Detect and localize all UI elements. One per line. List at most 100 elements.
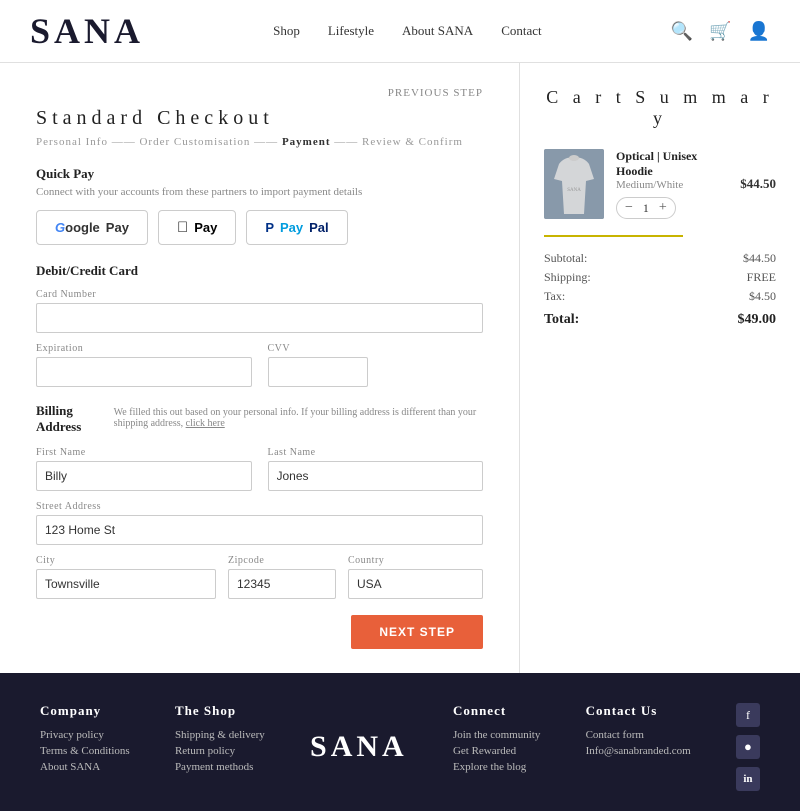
search-icon[interactable]: 🔍 [671, 21, 693, 42]
country-group: Country [348, 555, 483, 599]
footer-privacy[interactable]: Privacy policy [40, 729, 130, 741]
footer-terms[interactable]: Terms & Conditions [40, 745, 130, 757]
hoodie-image-svg: SANA [544, 149, 604, 219]
city-label: City [36, 555, 216, 566]
instagram-icon[interactable]: ● [736, 735, 760, 759]
subtotal-line: Subtotal: $44.50 [544, 251, 776, 266]
first-name-group: First Name [36, 447, 252, 491]
cart-item: SANA Optical | Unisex Hoodie Medium/Whit… [544, 149, 776, 219]
footer-contact: Contact Us Contact form Info@sanabranded… [586, 703, 691, 761]
card-number-input[interactable] [36, 303, 483, 333]
billing-note: We filled this out based on your persona… [114, 407, 483, 429]
checkout-title: Standard Checkout [36, 107, 483, 130]
debit-credit-section: Debit/Credit Card Card Number Expiration… [36, 263, 483, 387]
footer-rewarded[interactable]: Get Rewarded [453, 745, 540, 757]
footer-shop-title: The Shop [175, 703, 265, 719]
apple-pay-button[interactable]:  Pay [158, 210, 236, 245]
footer-contact-form[interactable]: Contact form [586, 729, 691, 741]
footer-return[interactable]: Return policy [175, 745, 265, 757]
expiration-group: Expiration [36, 343, 252, 387]
quick-pay-title: Quick Pay [36, 166, 483, 182]
nav-about[interactable]: About SANA [402, 23, 473, 39]
site-logo[interactable]: SANA [30, 10, 144, 52]
paypal-logo: P [265, 220, 274, 235]
checkout-steps: Personal Info —— Order Customisation —— … [36, 136, 483, 148]
nav-lifestyle[interactable]: Lifestyle [328, 23, 374, 39]
street-input[interactable] [36, 515, 483, 545]
expiration-label: Expiration [36, 343, 252, 354]
footer-company: Company Privacy policy Terms & Condition… [40, 703, 130, 777]
subtotal-label: Subtotal: [544, 251, 587, 266]
quantity-increase[interactable]: + [659, 200, 667, 216]
footer-logo[interactable]: SANA [310, 730, 408, 764]
first-name-label: First Name [36, 447, 252, 458]
street-label: Street Address [36, 501, 483, 512]
billing-section: Billing Address We filled this out based… [36, 403, 483, 649]
linkedin-icon[interactable]: in [736, 767, 760, 791]
cvv-group: CVV [268, 343, 484, 387]
facebook-icon[interactable]: f [736, 703, 760, 727]
cart-icon[interactable]: 🛒 [709, 21, 731, 42]
footer-company-title: Company [40, 703, 130, 719]
city-input[interactable] [36, 569, 216, 599]
city-group: City [36, 555, 216, 599]
cart-item-image: SANA [544, 149, 604, 219]
quantity-value: 1 [643, 201, 649, 216]
city-row: City Zipcode Country [36, 555, 483, 599]
card-number-label: Card Number [36, 289, 483, 300]
tax-line: Tax: $4.50 [544, 289, 776, 304]
header: SANA Shop Lifestyle About SANA Contact 🔍… [0, 0, 800, 63]
previous-step-link[interactable]: PREVIOUS STEP [36, 87, 483, 99]
svg-text:SANA: SANA [567, 188, 581, 193]
billing-title: Billing Address [36, 403, 102, 435]
subtotal-value: $44.50 [743, 251, 776, 266]
quick-pay-subtitle: Connect with your accounts from these pa… [36, 186, 483, 198]
main-content: PREVIOUS STEP Standard Checkout Personal… [0, 63, 800, 673]
footer-shop: The Shop Shipping & delivery Return poli… [175, 703, 265, 777]
footer-email[interactable]: Info@sanabranded.com [586, 745, 691, 757]
apple-icon:  [177, 219, 188, 236]
user-icon[interactable]: 👤 [748, 21, 770, 42]
quantity-control: − 1 + [616, 197, 676, 219]
last-name-input[interactable] [268, 461, 484, 491]
total-value: $49.00 [738, 312, 777, 328]
last-name-label: Last Name [268, 447, 484, 458]
first-name-input[interactable] [36, 461, 252, 491]
zip-group: Zipcode [228, 555, 336, 599]
debit-credit-title: Debit/Credit Card [36, 263, 483, 279]
nav-shop[interactable]: Shop [273, 23, 300, 39]
next-step-button[interactable]: NEXT STEP [351, 615, 483, 649]
cart-item-price: $44.50 [740, 176, 776, 192]
footer-about[interactable]: About SANA [40, 761, 130, 773]
nav-contact[interactable]: Contact [501, 23, 541, 39]
cart-panel: C a r t S u m m a r y SANA Optical | Uni… [520, 63, 800, 673]
total-line: Total: $49.00 [544, 312, 776, 328]
country-input[interactable] [348, 569, 483, 599]
cart-divider [544, 235, 776, 237]
cart-item-name: Optical | Unisex Hoodie [616, 149, 728, 179]
footer-blog[interactable]: Explore the blog [453, 761, 540, 773]
footer-connect-title: Connect [453, 703, 540, 719]
footer-shipping[interactable]: Shipping & delivery [175, 729, 265, 741]
cvv-label: CVV [268, 343, 484, 354]
cart-title: C a r t S u m m a r y [544, 87, 776, 129]
tax-value: $4.50 [749, 289, 776, 304]
zip-label: Zipcode [228, 555, 336, 566]
billing-click-here[interactable]: click here [186, 418, 225, 429]
shipping-value: FREE [747, 270, 776, 285]
cvv-input[interactable] [268, 357, 368, 387]
shipping-line: Shipping: FREE [544, 270, 776, 285]
paypal-button[interactable]: PPayPal [246, 210, 347, 245]
checkout-panel: PREVIOUS STEP Standard Checkout Personal… [0, 63, 520, 673]
expiration-input[interactable] [36, 357, 252, 387]
cart-item-info: Optical | Unisex Hoodie Medium/White − 1… [616, 149, 728, 219]
header-icons: 🔍 🛒 👤 [671, 21, 770, 42]
footer-community[interactable]: Join the community [453, 729, 540, 741]
footer-contact-title: Contact Us [586, 703, 691, 719]
footer-payment[interactable]: Payment methods [175, 761, 265, 773]
gpay-button[interactable]: Google Pay [36, 210, 148, 245]
footer: Company Privacy policy Terms & Condition… [0, 673, 800, 811]
quantity-decrease[interactable]: − [625, 200, 633, 216]
zip-input[interactable] [228, 569, 336, 599]
main-nav: Shop Lifestyle About SANA Contact [273, 23, 542, 39]
